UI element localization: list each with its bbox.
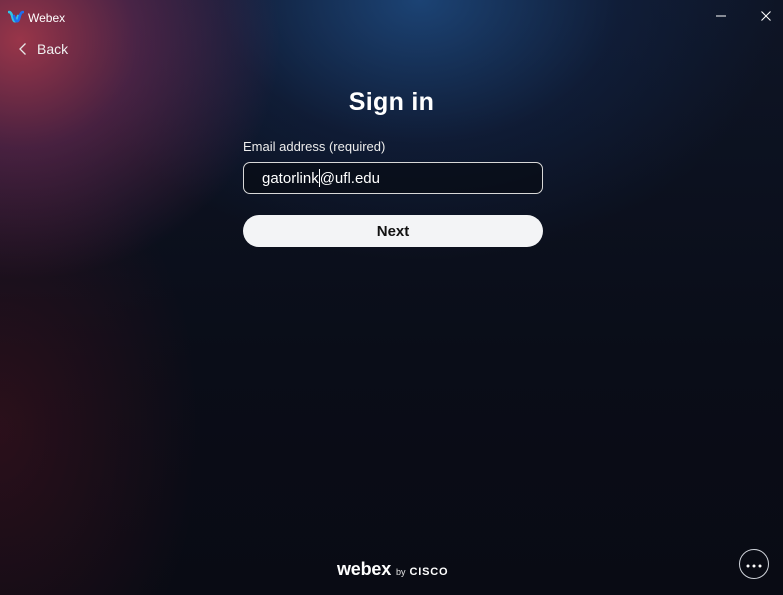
email-field[interactable]: gatorlink @ufl.edu: [243, 162, 543, 194]
back-button[interactable]: Back: [18, 39, 68, 59]
back-label: Back: [37, 41, 69, 57]
brand-name: webex: [337, 559, 392, 579]
webex-signin-window: Webex Back Sign in Email address (requir…: [0, 0, 783, 595]
close-icon: [760, 9, 772, 27]
email-value-part-2: @ufl.edu: [319, 169, 380, 187]
minimize-button[interactable]: [707, 6, 735, 30]
app-title: Webex: [28, 11, 66, 25]
more-options-button[interactable]: [739, 549, 769, 579]
close-button[interactable]: [752, 6, 780, 30]
webex-by-cisco-brand: webex by CISCO: [337, 559, 448, 581]
next-button[interactable]: Next: [243, 215, 543, 247]
minimize-icon: [715, 9, 727, 27]
brand-company: CISCO: [409, 566, 449, 578]
more-horizontal-icon: [746, 555, 762, 573]
title-bar: Webex: [0, 0, 783, 36]
page-title: Sign in: [348, 88, 435, 116]
brand-by: by: [396, 567, 406, 577]
webex-logo-icon: [7, 10, 25, 24]
email-value-part-1: gatorlink: [262, 169, 319, 187]
email-field-label: Email address (required): [243, 139, 386, 154]
chevron-left-icon: [18, 42, 28, 56]
